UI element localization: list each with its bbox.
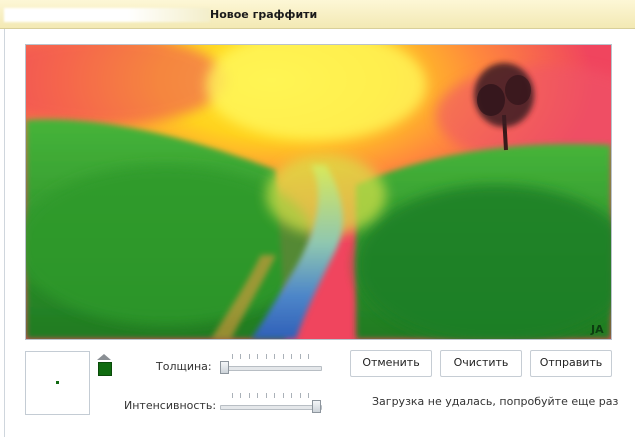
color-swatch [98,362,112,376]
canvas-signature: JA [590,323,604,336]
slider-tick [308,393,309,398]
window-title: Новое граффити [210,8,318,21]
slider-tick [282,354,284,359]
upload-error-message: Загрузка не удалась, попробуйте еще раз [372,395,619,408]
brush-preview-dot [56,381,59,384]
slider-tick [240,393,242,398]
brush-preview [25,351,90,415]
intensity-slider-track [220,405,322,410]
color-picker-arrow-icon [97,354,111,360]
intensity-slider-thumb[interactable] [312,400,321,413]
slider-tick [257,393,259,398]
drawing-canvas[interactable]: JA [25,44,612,340]
intensity-slider[interactable] [220,391,322,415]
slider-tick [248,393,250,398]
thickness-label: Толщина: [156,360,212,373]
slider-tick [232,393,233,398]
thickness-slider[interactable] [220,352,322,376]
intensity-label: Интенсивность: [124,399,217,412]
slider-tick [248,354,250,359]
slider-tick [274,393,276,398]
slider-tick [308,354,309,359]
slider-tick [299,393,301,398]
slider-tick [232,354,233,359]
cancel-button[interactable]: Отменить [350,350,432,377]
color-picker-button[interactable] [97,354,112,376]
slider-tick [265,393,267,398]
title-bar: Новое граффити [0,0,635,29]
slider-tick [274,354,276,359]
slider-tick [257,354,259,359]
slider-tick [291,393,293,398]
thickness-slider-track [220,366,322,371]
send-button[interactable]: Отправить [530,350,612,377]
thickness-slider-thumb[interactable] [220,361,229,374]
slider-tick [299,354,301,359]
clear-button[interactable]: Очистить [440,350,522,377]
slider-tick [240,354,242,359]
slider-tick [291,354,293,359]
slider-tick [282,393,284,398]
blurred-title-prefix [4,8,210,22]
graffiti-drawing: JA [26,45,611,339]
slider-tick [265,354,267,359]
